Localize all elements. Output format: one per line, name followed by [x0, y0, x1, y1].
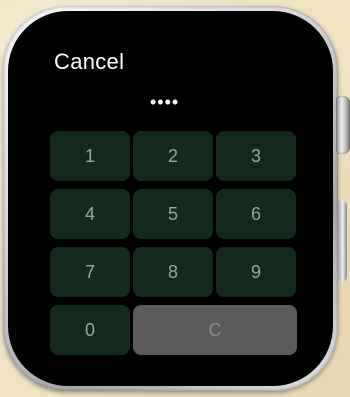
digital-crown[interactable] [336, 96, 350, 154]
side-button[interactable] [338, 200, 347, 282]
key-7[interactable]: 7 [50, 247, 130, 297]
key-1[interactable]: 1 [50, 131, 130, 181]
key-5[interactable]: 5 [133, 189, 213, 239]
passcode-dots: •••• [150, 92, 180, 112]
key-8[interactable]: 8 [133, 247, 213, 297]
key-4[interactable]: 4 [50, 189, 130, 239]
key-6[interactable]: 6 [216, 189, 296, 239]
key-0[interactable]: 0 [50, 305, 130, 355]
cancel-button[interactable]: Cancel [54, 49, 124, 75]
clear-button[interactable]: C [133, 305, 297, 355]
key-3[interactable]: 3 [216, 131, 296, 181]
key-9[interactable]: 9 [216, 247, 296, 297]
key-2[interactable]: 2 [133, 131, 213, 181]
